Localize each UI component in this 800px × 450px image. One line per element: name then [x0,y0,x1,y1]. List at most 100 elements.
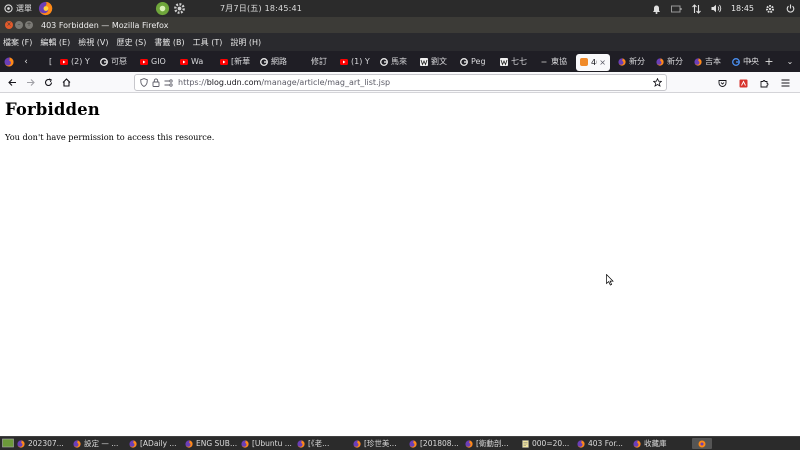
tab-before-1[interactable]: (2) Y [56,51,96,72]
tab-after-0[interactable]: 新分 [614,51,652,72]
tab-before-11[interactable]: Peg [456,51,496,72]
home-icon [62,77,70,87]
taskbar-item-0[interactable]: 202307... [17,437,73,450]
taskbar-item-2[interactable]: [ADaily ... [129,437,185,450]
power-icon[interactable] [780,0,800,17]
menu-file[interactable]: 檔案 (F) [3,37,32,48]
menu-tools[interactable]: 工具 (T) [193,37,223,48]
tab-label: Peg [471,57,486,66]
taskbar-item-3[interactable]: ENG SUB... [185,437,241,450]
tab-label: 劉文 [431,57,447,66]
tab-before-3[interactable]: GIO [136,51,176,72]
reload-button[interactable] [39,73,57,91]
permissions-icon[interactable] [162,75,174,90]
url-bar[interactable]: https://blog.udn.com/manage/article/mag_… [134,74,667,91]
taskbar-item-11[interactable]: 收藏庫 [633,437,689,450]
tab-label: 修訂 [311,57,327,66]
menu-history[interactable]: 歷史 (S) [117,37,147,48]
url-text[interactable]: https://blog.udn.com/manage/article/mag_… [178,78,390,87]
menu-edit[interactable]: 編輯 (E) [40,37,70,48]
tab-label: 新分 [629,57,645,66]
system-menu-label: 選單 [16,4,32,13]
taskbar-item-4[interactable]: [Ubuntu ... [241,437,297,450]
tab-after-2[interactable]: 吉本 [690,51,728,72]
menu-view[interactable]: 檢視 (V) [78,37,108,48]
settings-icon[interactable] [760,0,780,17]
system-menu-button[interactable]: 選單 [0,3,38,14]
list-all-tabs-button[interactable]: ⌄ [781,51,799,72]
system-clock[interactable]: 7月7日(五) 18:45:41 [220,3,302,14]
taskbar-item-5[interactable]: [《老... [297,437,353,450]
udn-favicon-icon [580,58,588,66]
tab-close-icon[interactable]: × [599,58,606,67]
home-button[interactable] [57,73,75,91]
app-launcher-green-icon[interactable] [155,1,170,16]
extensions-button[interactable] [755,74,773,92]
taskbar-item-label: 收藏庫 [644,439,667,448]
menu-help[interactable]: 說明 (H) [230,37,261,48]
page-title: Forbidden [5,100,100,119]
firefox-favicon-icon [694,57,702,66]
taskbar-item-6[interactable]: [珍世美... [353,437,409,450]
workspace-switcher[interactable] [692,438,712,449]
firefox-icon [409,439,417,448]
firefox-view-button[interactable] [0,51,18,72]
extension-red-button[interactable] [734,74,752,92]
tab-after-1[interactable]: 新分 [652,51,690,72]
tab-before-5[interactable]: [新華 [216,51,256,72]
tray-clock[interactable]: 18:45 [731,4,754,13]
firefox-icon [17,439,25,448]
pocket-button[interactable] [713,74,731,92]
forward-button[interactable] [21,73,39,91]
tab-label: (2) Y [71,57,90,66]
tab-before-13[interactable]: 東協 [536,51,576,72]
app-menu-button[interactable] [776,74,794,92]
taskbar-item-9[interactable]: 000=20... [521,437,577,450]
tab-before-8[interactable]: (1) Y [336,51,376,72]
arrow-left-icon [7,78,16,86]
taskbar-item-label: [衛動剖... [476,439,509,448]
tab-label: 吉本 [705,57,721,66]
window-minimize-button[interactable]: – [15,21,23,29]
tab-before-12[interactable]: 七七 [496,51,536,72]
tab-before-2[interactable]: 可惡 [96,51,136,72]
new-tab-button[interactable]: + [760,51,778,72]
taskbar-item-10[interactable]: 403 For... [577,437,633,450]
tab-before-4[interactable]: Wa [176,51,216,72]
taskbar-item-label: [Ubuntu ... [252,439,292,448]
tab-before-0[interactable]: [ [34,51,56,72]
battery-icon[interactable] [667,0,687,17]
window-maximize-button[interactable]: + [25,21,33,29]
tabs-scroll-right-button[interactable]: › [742,51,758,72]
taskbar-item-7[interactable]: [201808... [409,437,465,450]
youtube-favicon-icon [180,58,188,66]
tab-before-7[interactable]: 修訂 [296,51,336,72]
chevron-down-icon: ⌄ [786,57,794,66]
tracking-protection-shield-icon[interactable] [138,75,150,90]
page-content: Forbidden You don't have permission to a… [0,94,800,437]
volume-icon[interactable] [707,0,727,17]
app-launcher-gear-icon[interactable] [172,1,187,16]
tab-before-10[interactable]: 劉文 [416,51,456,72]
blank-favicon-icon [38,58,46,66]
firefox-launcher-icon[interactable] [38,1,53,16]
window-titlebar[interactable]: × – + 403 Forbidden — Mozilla Firefox [0,17,800,33]
tabs-scroll-left-button[interactable]: ‹ [18,51,34,72]
tab-active-403[interactable]: 403 × [576,53,610,71]
back-button[interactable] [3,73,21,91]
window-close-button[interactable]: × [5,21,13,29]
tab-before-6[interactable]: 網路 [256,51,296,72]
padlock-icon[interactable] [150,75,162,90]
tab-before-9[interactable]: 馬來 [376,51,416,72]
taskbar-item-label: 設定 — ... [84,439,119,448]
bell-icon[interactable] [647,0,667,17]
network-icon[interactable] [687,0,707,17]
bottom-taskbar: 202307... 設定 — ... [ADaily ... ENG SUB... [U… [0,436,800,450]
youtube-favicon-icon [220,58,228,66]
show-desktop-button[interactable] [2,438,14,450]
taskbar-item-1[interactable]: 設定 — ... [73,437,129,450]
menu-bookmarks[interactable]: 書籤 (B) [154,37,184,48]
taskbar-item-8[interactable]: [衛動剖... [465,437,521,450]
navigation-toolbar: https://blog.udn.com/manage/article/mag_… [0,72,800,93]
bookmark-star-icon[interactable] [652,77,663,89]
